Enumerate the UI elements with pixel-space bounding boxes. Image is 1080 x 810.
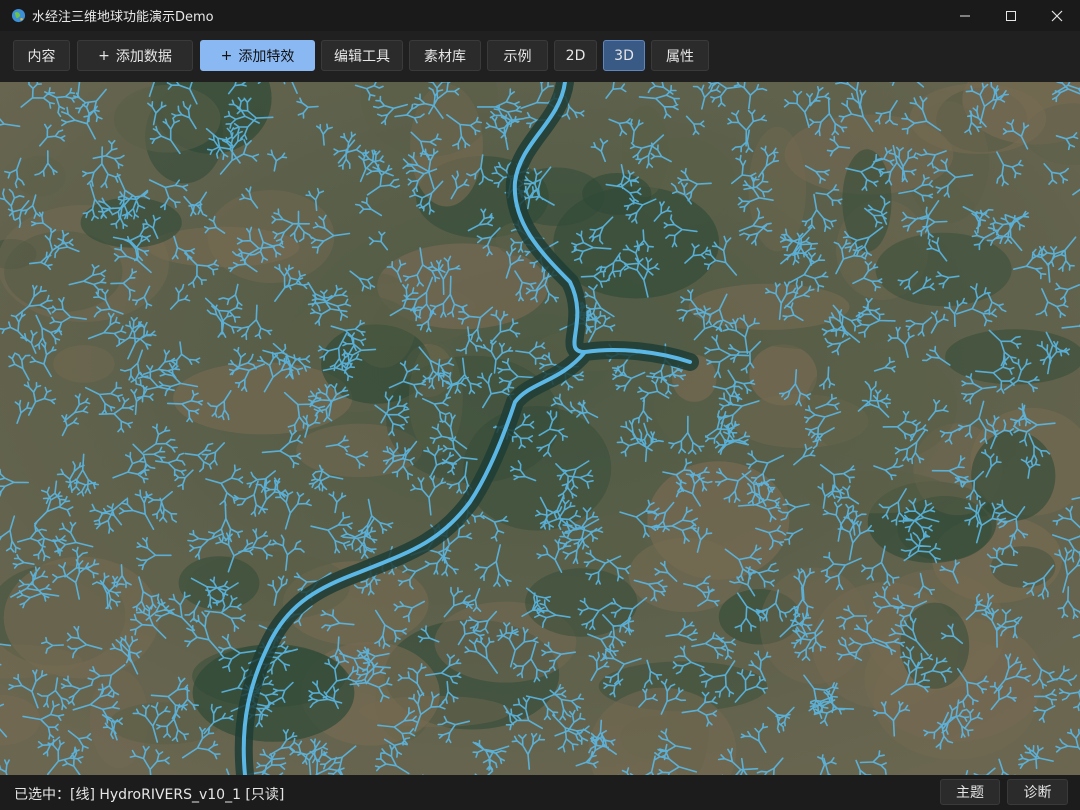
plus-icon: + xyxy=(98,47,110,64)
theme-button[interactable]: 主题 xyxy=(940,779,1000,805)
title-bar: 水经注三维地球功能演示Demo xyxy=(0,0,1080,31)
add-effect-button[interactable]: + 添加特效 xyxy=(200,40,315,71)
minimize-button[interactable] xyxy=(942,0,988,31)
window-title: 水经注三维地球功能演示Demo xyxy=(32,10,214,25)
close-button[interactable] xyxy=(1034,0,1080,31)
maximize-button[interactable] xyxy=(988,0,1034,31)
mode-2d-label: 2D xyxy=(565,47,586,64)
material-library-label: 素材库 xyxy=(424,48,466,65)
minimize-icon xyxy=(960,15,970,16)
edit-tools-button[interactable]: 编辑工具 xyxy=(321,40,403,71)
edit-tools-label: 编辑工具 xyxy=(334,48,390,65)
close-icon xyxy=(1051,10,1063,21)
maximize-icon xyxy=(1006,10,1016,21)
globe-icon xyxy=(11,8,26,23)
terrain-patch xyxy=(971,430,1056,521)
mode-3d-label: 3D xyxy=(614,47,634,64)
terrain-patch xyxy=(805,349,957,462)
terrain-patch xyxy=(113,85,221,153)
properties-button[interactable]: 属性 xyxy=(651,40,709,71)
terrain-patch xyxy=(759,567,869,685)
selection-status: 已选中：[线] HydroRIVERS_v10_1 [只读] xyxy=(14,787,285,803)
add-data-button[interactable]: + 添加数据 xyxy=(77,40,193,71)
status-bar: 已选中：[线] HydroRIVERS_v10_1 [只读] 主题 诊断 xyxy=(0,775,1080,810)
properties-label: 属性 xyxy=(666,48,694,65)
add-data-label: 添加数据 xyxy=(115,48,172,65)
examples-label: 示例 xyxy=(503,48,532,65)
terrain-patch xyxy=(53,345,115,383)
examples-button[interactable]: 示例 xyxy=(487,40,548,71)
mode-3d-button[interactable]: 3D xyxy=(603,40,645,71)
content-button[interactable]: 内容 xyxy=(13,40,70,71)
river-network-layer[interactable] xyxy=(0,82,1080,775)
mode-2d-button[interactable]: 2D xyxy=(554,40,597,71)
globe-map-view[interactable] xyxy=(0,82,1080,775)
diagnose-button[interactable]: 诊断 xyxy=(1007,779,1068,805)
plus-icon: + xyxy=(220,47,233,64)
theme-button-label: 主题 xyxy=(956,785,984,801)
terrain-patch xyxy=(14,155,66,197)
add-effect-label: 添加特效 xyxy=(238,48,295,65)
material-library-button[interactable]: 素材库 xyxy=(409,40,481,71)
diagnose-button-label: 诊断 xyxy=(1023,785,1052,801)
toolbar: 内容 + 添加数据 + 添加特效 编辑工具 素材库 示例 2D 3D 属性 xyxy=(0,31,1080,82)
content-button-label: 内容 xyxy=(27,48,56,65)
